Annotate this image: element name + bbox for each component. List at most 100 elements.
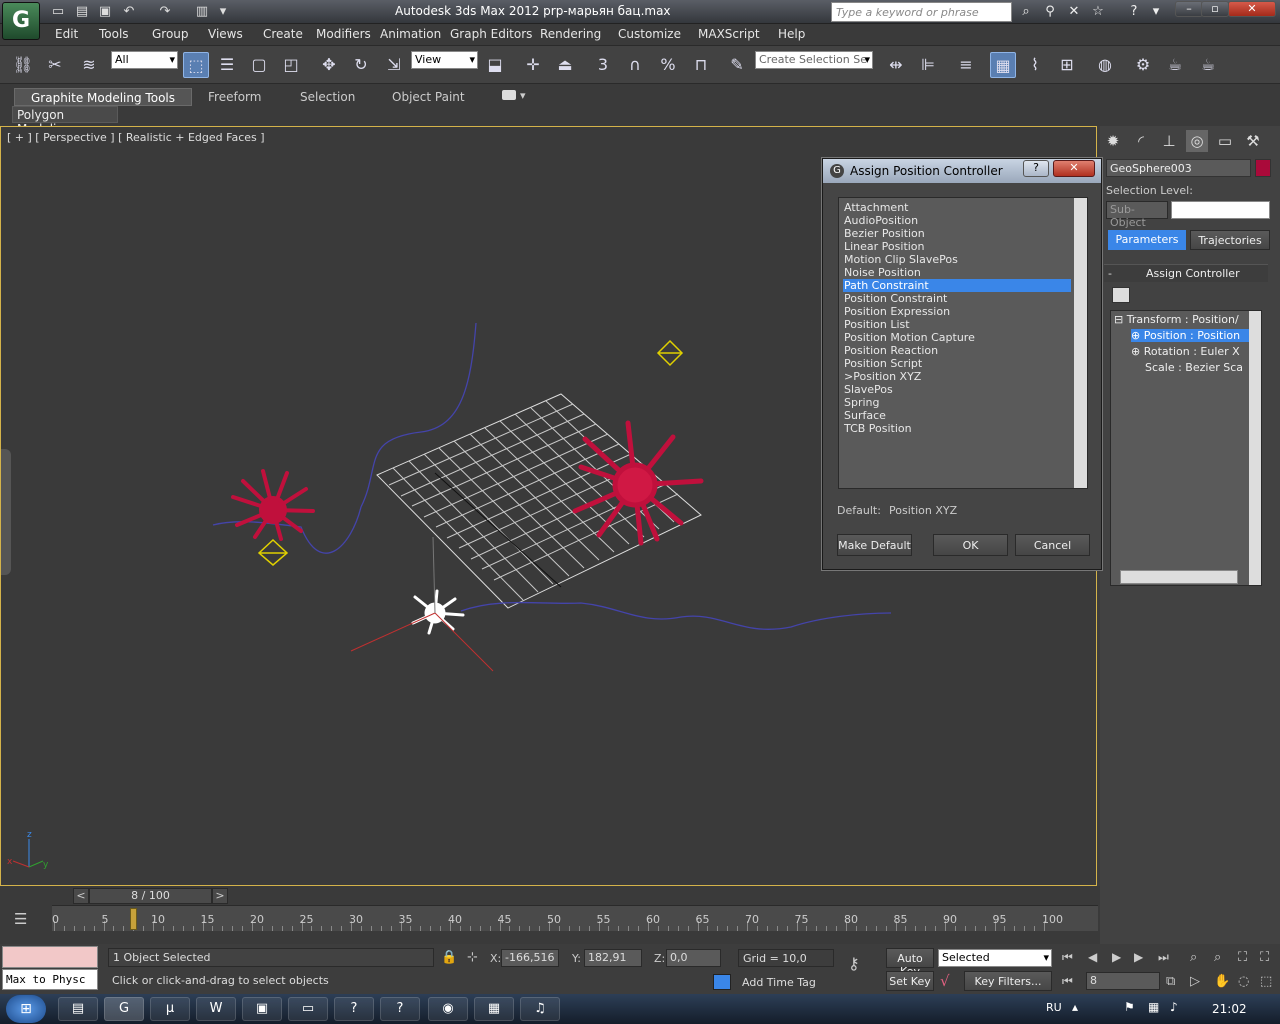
rectangular-selection-icon[interactable]: ▢ bbox=[246, 52, 272, 78]
taskbar-torrent-icon[interactable]: μ bbox=[150, 997, 190, 1021]
time-slider-prev-icon[interactable]: < bbox=[73, 888, 89, 904]
menu-group[interactable]: Group bbox=[152, 27, 189, 41]
controller-list-item[interactable]: Position List bbox=[843, 318, 1071, 331]
graphite-toggle-icon[interactable]: ▦ bbox=[990, 52, 1016, 78]
controller-list-item[interactable]: Position Script bbox=[843, 357, 1071, 370]
controller-list-item[interactable]: Position Reaction bbox=[843, 344, 1071, 357]
taskbar-help-icon[interactable]: ? bbox=[334, 997, 374, 1021]
tree-item-transform[interactable]: ⊟ Transform : Position/ bbox=[1114, 313, 1254, 326]
absolute-mode-icon[interactable]: ⊹ bbox=[467, 950, 478, 965]
taskbar-word-icon[interactable]: W bbox=[196, 997, 236, 1021]
goto-start-icon[interactable]: ⏮ bbox=[1062, 950, 1073, 965]
controller-list-item[interactable]: Surface bbox=[843, 409, 1071, 422]
key-mode-toggle-icon[interactable]: ⏮ bbox=[1062, 974, 1073, 989]
tree-vertical-scrollbar[interactable] bbox=[1249, 311, 1261, 585]
key-mode-dropdown[interactable]: Selected bbox=[938, 949, 1052, 967]
select-by-name-icon[interactable]: ☰ bbox=[214, 52, 240, 78]
panel-polygon-modeling[interactable]: Polygon Modeling bbox=[12, 106, 118, 136]
hierarchy-tab-icon[interactable]: ⊥ bbox=[1158, 130, 1180, 152]
open-icon[interactable]: ▤ bbox=[73, 3, 91, 20]
maximize-button[interactable]: ▫ bbox=[1201, 1, 1229, 17]
controller-tree[interactable]: ⊟ Transform : Position/ ⊕ Position : Pos… bbox=[1110, 310, 1262, 586]
spinner-snap-icon[interactable]: ⊓ bbox=[688, 52, 714, 78]
edit-named-selection-icon[interactable]: ✎ bbox=[724, 52, 750, 78]
z-coordinate-field[interactable]: 0,0 bbox=[666, 949, 721, 967]
select-object-icon[interactable]: ⬚ bbox=[183, 52, 209, 78]
layer-manager-icon[interactable]: ≡ bbox=[953, 52, 979, 78]
redo-icon[interactable]: ↷ bbox=[156, 3, 174, 20]
make-default-button[interactable]: Make Default bbox=[837, 534, 912, 556]
save-icon[interactable]: ▣ bbox=[96, 3, 114, 20]
taskbar-archive-icon[interactable]: ▦ bbox=[474, 997, 514, 1021]
tab-trajectories[interactable]: Trajectories bbox=[1190, 230, 1270, 250]
schematic-view-icon[interactable]: ⊞ bbox=[1054, 52, 1080, 78]
controller-list-item[interactable]: Position Motion Capture bbox=[843, 331, 1071, 344]
taskbar-monitor-icon[interactable]: ▣ bbox=[242, 997, 282, 1021]
tab-object-paint[interactable]: Object Paint bbox=[384, 88, 473, 106]
play-icon[interactable]: ▶ bbox=[1112, 950, 1121, 964]
curve-editor-icon[interactable]: ⌇ bbox=[1022, 52, 1048, 78]
maxscript-listener-white[interactable]: Max to Physc bbox=[2, 969, 98, 990]
menu-rendering[interactable]: Rendering bbox=[540, 27, 601, 41]
new-file-icon[interactable]: ▭ bbox=[49, 3, 67, 20]
auto-key-button[interactable]: Auto Key bbox=[886, 948, 934, 978]
pivot-center-icon[interactable]: ⬓ bbox=[482, 52, 508, 78]
controller-list-item[interactable]: AudioPosition bbox=[843, 214, 1071, 227]
controller-list-item[interactable]: Position Constraint bbox=[843, 292, 1071, 305]
scale-icon[interactable]: ⇲ bbox=[381, 52, 407, 78]
current-frame-marker[interactable] bbox=[130, 908, 137, 930]
object-name-field[interactable]: GeoSphere003 bbox=[1106, 159, 1251, 177]
tray-expand-icon[interactable]: ▴ bbox=[1072, 1000, 1078, 1014]
app-logo-icon[interactable]: G bbox=[2, 2, 40, 40]
close-button[interactable]: ✕ bbox=[1228, 1, 1276, 17]
viewport-side-handle[interactable] bbox=[1, 449, 11, 575]
ok-button[interactable]: OK bbox=[933, 534, 1008, 556]
search-input[interactable]: Type a keyword or phrase bbox=[831, 2, 1012, 22]
controller-list-item[interactable]: SlavePos bbox=[843, 383, 1071, 396]
material-editor-icon[interactable]: ◍ bbox=[1092, 52, 1118, 78]
tray-app-icon[interactable]: ▦ bbox=[1148, 1000, 1159, 1014]
menu-tools[interactable]: Tools bbox=[99, 27, 129, 41]
controller-list-item[interactable]: Linear Position bbox=[843, 240, 1071, 253]
controller-list-item[interactable]: Noise Position bbox=[843, 266, 1071, 279]
trackbar-menu-icon[interactable]: ☰ bbox=[14, 910, 27, 928]
controller-list-item[interactable]: Spring bbox=[843, 396, 1071, 409]
current-frame-field[interactable]: 8 bbox=[1086, 972, 1160, 990]
move-icon[interactable]: ✥ bbox=[316, 52, 342, 78]
binoculars-icon[interactable]: ⌕ bbox=[1016, 3, 1036, 21]
help-dropdown-icon[interactable]: ▾ bbox=[1146, 3, 1166, 21]
controller-list-item[interactable]: Position Expression bbox=[843, 305, 1071, 318]
time-slider-thumb[interactable]: 8 / 100 bbox=[89, 888, 212, 904]
add-time-tag-button[interactable]: Add Time Tag bbox=[738, 974, 834, 992]
ribbon-dropdown-icon[interactable]: ▾ bbox=[520, 89, 526, 102]
menu-edit[interactable]: Edit bbox=[55, 27, 78, 41]
set-key-mode-icon[interactable]: ⚷ bbox=[848, 954, 860, 973]
menu-modifiers[interactable]: Modifiers bbox=[316, 27, 371, 41]
goto-end-icon[interactable]: ⏭ bbox=[1158, 950, 1169, 965]
tree-horizontal-scrollbar[interactable] bbox=[1120, 570, 1238, 584]
communication-icon[interactable]: ✕ bbox=[1064, 3, 1084, 21]
time-tag-icon[interactable] bbox=[713, 974, 731, 990]
display-tab-icon[interactable]: ▭ bbox=[1214, 130, 1236, 152]
controller-list-item[interactable]: Bezier Position bbox=[843, 227, 1071, 240]
window-crossing-icon[interactable]: ◰ bbox=[278, 52, 304, 78]
orbit-icon[interactable]: ◌ bbox=[1238, 974, 1249, 989]
maximize-viewport-icon[interactable]: ⬚ bbox=[1260, 974, 1272, 989]
named-selection-dropdown[interactable]: Create Selection Se bbox=[755, 51, 873, 69]
zoom-icon[interactable]: ⌕ bbox=[1190, 950, 1197, 965]
render-frame-icon[interactable]: ☕ bbox=[1162, 52, 1188, 78]
controller-list-item[interactable]: Path Constraint bbox=[843, 279, 1071, 292]
controller-list-item[interactable]: Attachment bbox=[843, 201, 1071, 214]
dialog-close-button[interactable]: ✕ bbox=[1053, 160, 1095, 177]
zoom-extents-all-icon[interactable]: ⛶ bbox=[1260, 950, 1269, 965]
keyboard-shortcut-override-icon[interactable]: ⏏ bbox=[552, 52, 578, 78]
taskbar-help2-icon[interactable]: ? bbox=[380, 997, 420, 1021]
tree-item-scale[interactable]: Scale : Bezier Sca bbox=[1145, 361, 1251, 374]
angle-snap-icon[interactable]: ∩ bbox=[622, 52, 648, 78]
controller-list-item[interactable]: TCB Position bbox=[843, 422, 1071, 435]
menu-graph-editors[interactable]: Graph Editors bbox=[450, 27, 532, 41]
unlink-icon[interactable]: ✂ bbox=[42, 52, 68, 78]
align-icon[interactable]: ⊫ bbox=[915, 52, 941, 78]
cancel-button[interactable]: Cancel bbox=[1015, 534, 1090, 556]
zoom-all-icon[interactable]: ⌕ bbox=[1214, 950, 1221, 965]
